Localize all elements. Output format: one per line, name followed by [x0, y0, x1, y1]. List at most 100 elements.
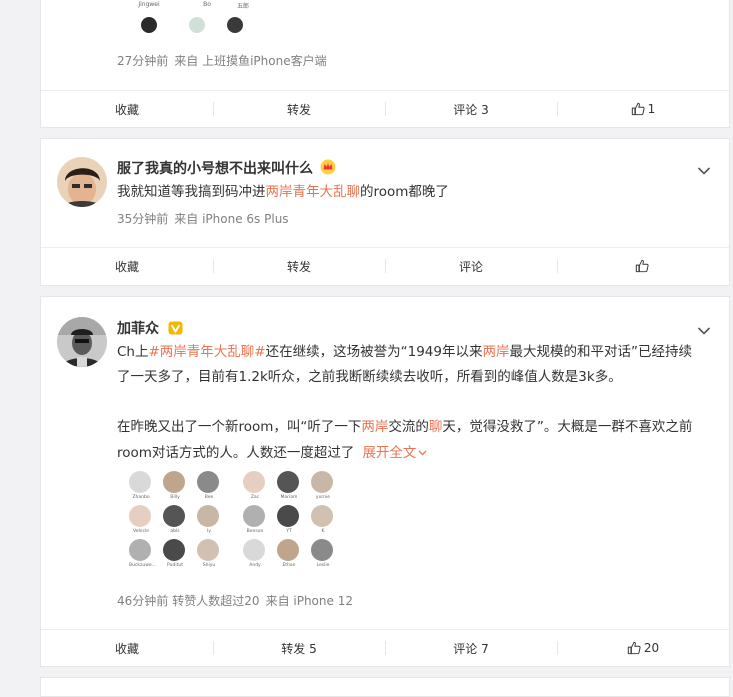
grid-avatar: Zac	[243, 471, 267, 500]
post-text-part: room对话方式的人。人数还一度超过了	[117, 445, 355, 461]
grid-avatar-face	[163, 471, 185, 493]
grid-avatar: abls	[163, 505, 187, 534]
like-count: 1	[647, 102, 656, 116]
grid-avatar: Shiyu	[197, 539, 221, 568]
repost-label: 转发	[286, 102, 311, 117]
keyword-highlight[interactable]: 两岸青年大乱聊	[266, 184, 361, 200]
like-button[interactable]: 1	[557, 91, 729, 127]
grid-avatar-name: YT	[286, 529, 292, 534]
repost-button[interactable]: 转发 5	[213, 630, 385, 666]
grid-avatar: Puditut	[163, 539, 187, 568]
author-avatar[interactable]	[57, 317, 107, 367]
grid-avatar: Andy	[243, 539, 267, 568]
comment-button[interactable]: 评论 3	[385, 91, 557, 127]
grid-avatar: yurnie	[311, 471, 335, 500]
like-count: 20	[643, 641, 660, 655]
grid-avatar: Iy	[197, 505, 221, 534]
post-source: 来自 iPhone 6s Plus	[174, 212, 289, 226]
chevron-down-icon[interactable]	[697, 321, 711, 340]
post-text-part: Ch上	[117, 344, 149, 360]
author-name-text: 加菲众	[117, 321, 159, 337]
post-card-4	[40, 677, 730, 697]
comment-button[interactable]: 评论	[385, 248, 557, 284]
grid-avatar-face	[197, 471, 219, 493]
post-text-part: 在昨晚又出了一个新room，叫“听了一下	[117, 419, 362, 435]
favorite-button[interactable]: 收藏	[41, 630, 213, 666]
chevron-down-icon	[418, 440, 427, 465]
author-name[interactable]: 加菲众	[117, 318, 183, 339]
post-time[interactable]: 27分钟前	[117, 54, 168, 68]
repost-button[interactable]: 转发	[213, 248, 385, 284]
thumbs-up-icon	[627, 641, 641, 655]
repost-info: 转赞人数超过20	[172, 594, 260, 608]
post-card-2: 服了我真的小号想不出来叫什么 我就知道等我搞到码冲进两岸青年大乱聊的room都晚…	[40, 138, 730, 286]
comment-button[interactable]: 评论 7	[385, 630, 557, 666]
grid-avatar-name: Puditut	[167, 563, 183, 568]
grid-avatar-face	[277, 505, 299, 527]
comment-label: 评论 3	[453, 102, 489, 117]
grid-avatar-name: Bee	[204, 495, 214, 500]
favorite-label: 收藏	[114, 641, 139, 656]
expand-full-text-link[interactable]: 展开全文	[362, 445, 427, 461]
post1-image-grid[interactable]: Jingwei Bo 五郎	[137, 0, 337, 41]
grid-avatar: Leslie	[311, 539, 335, 568]
hashtag-link[interactable]: #两岸青年大乱聊#	[148, 344, 265, 360]
post-text-part: 交流的	[388, 419, 429, 435]
post-text-line: 在昨晚又出了一个新room，叫“听了一下两岸交流的聊天，觉得没救了”。大概是一群…	[117, 415, 717, 440]
post-text-line: Ch上#两岸青年大乱聊#还在继续，这场被誉为“1949年以来两岸最大规模的和平对…	[117, 340, 717, 365]
thumbs-up-icon	[631, 102, 645, 116]
favorite-button[interactable]: 收藏	[41, 248, 213, 284]
grid-avatar-face	[243, 505, 265, 527]
author-avatar[interactable]	[57, 157, 107, 207]
grid-avatar-name: Ethan	[282, 563, 296, 568]
post-text-line: 了一天多了，目前有1.2k听众，之前我断断续续去收听，所看到的峰值人数是3k多。	[117, 365, 717, 390]
grid-avatar-face	[243, 539, 265, 561]
post-text-part: 了一天多了，目前有1.2k听众，之前我断断续续去收听，所看到的峰值人数是3k多。	[117, 369, 622, 385]
post1-action-bar: 收藏 转发 评论 3 1	[41, 90, 729, 127]
post-text-part: 还在继续，这场被誉为“1949年以来	[265, 344, 483, 360]
grid-avatar-face	[129, 505, 151, 527]
post3-action-bar: 收藏 转发 5 评论 7 20	[41, 629, 729, 666]
favorite-button[interactable]: 收藏	[41, 91, 213, 127]
like-button[interactable]	[557, 248, 729, 284]
grid-avatar-face	[197, 539, 219, 561]
keyword-highlight[interactable]: 聊	[429, 419, 443, 435]
repost-label: 转发	[286, 259, 311, 274]
grid-avatar-face	[129, 471, 151, 493]
grid-avatar-face	[197, 505, 219, 527]
keyword-highlight[interactable]: 两岸	[361, 419, 388, 435]
post-image-left[interactable]: Zhanbo Billy Bee Vehicle abls Iy Buckzuwe... Pu…	[127, 469, 223, 579]
post-text-part: 的room都晚了	[360, 184, 449, 200]
keyword-highlight[interactable]: 两岸	[482, 344, 509, 360]
post-time[interactable]: 46分钟前	[117, 594, 168, 608]
grid-avatar: Zhanbo	[129, 471, 153, 500]
repost-label: 转发 5	[281, 641, 317, 656]
grid-avatar-name: Shiyu	[202, 563, 216, 568]
grid-avatar-name: Benson	[246, 529, 264, 534]
grid-avatar-name: Iy	[207, 529, 211, 534]
grid-avatar	[227, 17, 243, 33]
post-text-line: room对话方式的人。人数还一度超过了 展开全文	[117, 440, 717, 466]
grid-avatar-face	[243, 471, 265, 493]
grid-avatar-face	[163, 505, 185, 527]
post-text-part: 我就知道等我搞到码冲进	[117, 184, 266, 200]
post-card-3: 加菲众 Ch上#两岸青年大乱聊#还在继续，这场被誉为“1949年以来两岸最大规模…	[40, 296, 730, 667]
grid-avatar: Vehicle	[129, 505, 153, 534]
post-time[interactable]: 35分钟前	[117, 212, 168, 226]
grid-avatar: Billy	[163, 471, 187, 500]
comment-label: 评论 7	[453, 641, 489, 656]
grid-avatar-name: Jingwei	[138, 1, 160, 8]
author-name[interactable]: 服了我真的小号想不出来叫什么	[117, 158, 336, 179]
repost-button[interactable]: 转发	[213, 91, 385, 127]
crown-badge-icon	[320, 159, 336, 179]
grid-avatar: Buckzuwe...	[129, 539, 156, 568]
post2-meta: 35分钟前 来自 iPhone 6s Plus	[117, 210, 289, 227]
favorite-label: 收藏	[114, 259, 139, 274]
grid-avatar-face	[311, 505, 333, 527]
post-image-right[interactable]: Zac Mariam yurnie Benson YT K Andy Ethan Leslie	[241, 469, 337, 579]
chevron-down-icon[interactable]	[697, 161, 711, 180]
grid-avatar-face	[129, 539, 151, 561]
grid-avatar-name: Bo	[203, 1, 211, 8]
like-button[interactable]: 20	[557, 630, 729, 666]
grid-avatar-name: abls	[170, 529, 180, 534]
